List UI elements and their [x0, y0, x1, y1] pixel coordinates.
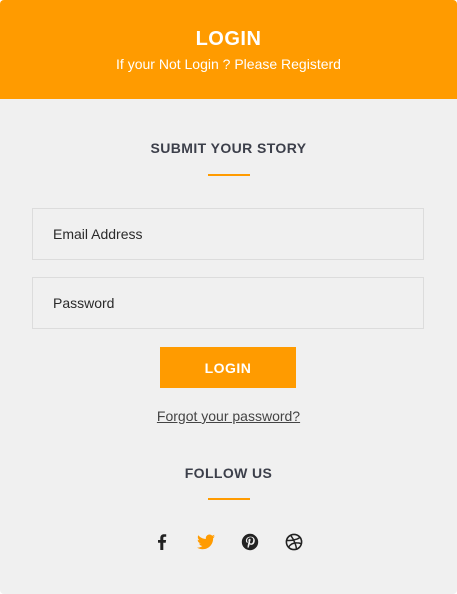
login-panel: LOGIN If your Not Login ? Please Registe…: [0, 0, 457, 594]
email-input[interactable]: [33, 209, 423, 259]
email-field: [32, 208, 424, 260]
twitter-link[interactable]: [194, 530, 218, 554]
forgot-password-row: Forgot your password?: [0, 407, 457, 425]
header-subtitle: If your Not Login ? Please Registerd: [116, 56, 341, 72]
social-links: [150, 530, 310, 554]
twitter-icon: [196, 534, 215, 550]
follow-us-heading: FOLLOW US: [184, 465, 273, 481]
login-button[interactable]: LOGIN: [160, 347, 296, 388]
submit-story-divider: [208, 174, 250, 176]
forgot-password-link[interactable]: Forgot your password?: [157, 408, 300, 424]
password-input[interactable]: [33, 278, 423, 328]
facebook-link[interactable]: [150, 530, 174, 554]
dribbble-link[interactable]: [282, 530, 306, 554]
submit-story-heading: SUBMIT YOUR STORY: [150, 140, 307, 156]
dribbble-icon: [285, 533, 303, 551]
pinterest-icon: [241, 533, 259, 551]
facebook-icon: [158, 534, 167, 550]
pinterest-link[interactable]: [238, 530, 262, 554]
follow-us-divider: [208, 498, 250, 500]
header-title: LOGIN: [195, 28, 262, 50]
password-field: [32, 277, 424, 329]
login-header: LOGIN If your Not Login ? Please Registe…: [0, 0, 457, 99]
